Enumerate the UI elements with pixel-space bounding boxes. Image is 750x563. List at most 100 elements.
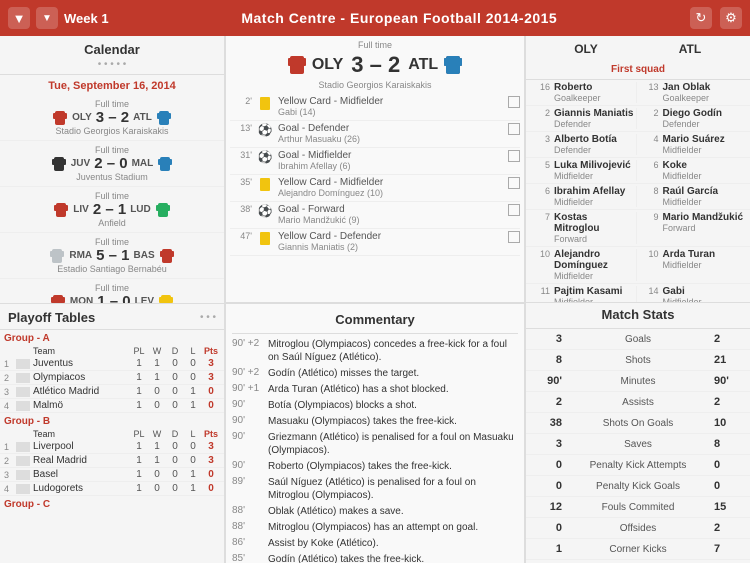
- event-type-icon: ⚽: [256, 204, 274, 218]
- away-jersey-icon: [442, 54, 464, 76]
- stats-rows-list: 3 Goals 2 8 Shots 21 90' Minutes 90' 2 A…: [526, 329, 750, 563]
- stats-row: 90' Minutes 90': [526, 371, 750, 392]
- event-type-icon: [256, 231, 274, 245]
- home-jersey-icon: [50, 294, 66, 304]
- stats-row: 3 Saves 8: [526, 434, 750, 455]
- event-row: 13' ⚽ Goal - Defender Arthur Masuaku (26…: [230, 121, 520, 148]
- settings-icon[interactable]: ⚙: [720, 7, 742, 29]
- away-jersey-icon: [156, 110, 172, 126]
- commentary-row: 90' Botía (Olympiacos) blocks a shot.: [232, 399, 518, 412]
- commentary-panel: Commentary 90' +2 Mitroglou (Olympiacos)…: [226, 303, 524, 563]
- calendar-matches-list: Full time OLY 3 – 2 ATL Stadio Georgios …: [0, 95, 224, 303]
- playoff-dots: • • •: [200, 312, 216, 323]
- top-bar: ▼ ▼ Week 1 Match Centre - European Footb…: [0, 0, 750, 36]
- week-label: Week 1: [64, 11, 109, 26]
- commentary-entries: 90' +2 Mitroglou (Olympiacos) concedes a…: [232, 338, 518, 563]
- stats-row: 2 Assists 2: [526, 392, 750, 413]
- commentary-row: 90' +1 Arda Turan (Atlético) has a shot …: [232, 383, 518, 396]
- match-item[interactable]: Full time JUV 2 – 0 MAL Juventus Stadium: [0, 141, 224, 187]
- playoff-panel: Playoff Tables • • • Group - A Team PL W…: [0, 303, 225, 563]
- playoff-title: Playoff Tables: [8, 310, 95, 325]
- away-jersey-icon: [157, 156, 173, 172]
- match-stats-header: Match Stats: [526, 303, 750, 329]
- home-jersey-icon: [286, 54, 308, 76]
- away-jersey-icon: [155, 202, 171, 218]
- main-score: 3 – 2: [351, 52, 400, 78]
- match-time: Full time: [8, 99, 216, 109]
- match-time: Full time: [8, 237, 216, 247]
- event-row: 47' Yellow Card - Defender Giannis Mania…: [230, 229, 520, 256]
- commentary-row: 90' Masuaku (Olympiacos) takes the free-…: [232, 415, 518, 428]
- match-centre-panel: Full time OLY 3 – 2 ATL Stadio Georgios …: [226, 36, 524, 303]
- away-team-abbr: ATL: [408, 56, 438, 74]
- dropdown-icon[interactable]: ▼: [36, 7, 58, 29]
- match-score-row: OLY 3 – 2 ATL: [8, 109, 216, 126]
- event-type-icon: ⚽: [256, 123, 274, 137]
- playoff-tables-content: Group - A Team PL W D L Pts 1 Juventus 1…: [0, 330, 224, 511]
- squad-row: 2 Giannis Maniatis Defender 2 Diego Godí…: [526, 106, 750, 132]
- away-jersey-icon: [159, 248, 175, 264]
- events-list: 2' Yellow Card - Midfielder Gabi (14) 13…: [226, 92, 524, 287]
- match-item[interactable]: Full time MON 1 – 0 LEV Stade Louis II: [0, 279, 224, 303]
- calendar-header: Calendar • • • • •: [0, 36, 224, 75]
- stats-row: 8 Shots 21: [526, 350, 750, 371]
- squad-row: 11 Pajtim Kasami Midfielder 14 Gabi Midf…: [526, 284, 750, 303]
- stats-row: 3 Goals 2: [526, 329, 750, 350]
- table-header: Team PL W D L Pts: [0, 428, 224, 440]
- refresh-icon[interactable]: ↻: [690, 7, 712, 29]
- event-type-icon: [256, 177, 274, 191]
- squad-row: 7 Kostas Mitroglou Forward 9 Mario Mandž…: [526, 210, 750, 247]
- event-row: 35' Yellow Card - Midfielder Alejandro D…: [230, 175, 520, 202]
- stats-row: 1 Corner Kicks 7: [526, 539, 750, 560]
- match-stats-panel: Match Stats 3 Goals 2 8 Shots 21 90' Min…: [525, 303, 750, 563]
- group-label: Group - A: [0, 330, 224, 345]
- stats-row: 12 Fouls Commited 15: [526, 497, 750, 518]
- squad-row: 10 Alejandro Domínguez Midfielder 10 Ard…: [526, 247, 750, 284]
- event-checkbox: [508, 177, 520, 189]
- match-score-row: RMA 5 – 1 BAS: [8, 247, 216, 264]
- table-row: 1 Juventus 1 1 0 0 3: [0, 357, 224, 371]
- page-title: Match Centre - European Football 2014-20…: [241, 10, 557, 26]
- home-jersey-icon: [49, 248, 65, 264]
- event-type-icon: ⚽: [256, 150, 274, 164]
- event-row: 2' Yellow Card - Midfielder Gabi (14): [230, 94, 520, 121]
- commentary-row: 90' +2 Mitroglou (Olympiacos) concedes a…: [232, 338, 518, 364]
- stats-row: 0 Penalty Kick Attempts 0: [526, 455, 750, 476]
- squad-row: 6 Ibrahim Afellay Midfielder 8 Raúl Garc…: [526, 184, 750, 210]
- commentary-row: 88' Mitroglou (Olympiacos) has an attemp…: [232, 521, 518, 534]
- event-type-icon: [256, 96, 274, 110]
- commentary-row: 90' +2 Godín (Atlético) misses the targe…: [232, 367, 518, 380]
- stadium-label: Stadio Georgios Karaiskakis: [226, 80, 524, 90]
- match-item[interactable]: Full time OLY 3 – 2 ATL Stadio Georgios …: [0, 95, 224, 141]
- top-bar-right: ↻ ⚙: [690, 7, 742, 29]
- match-score-row: MON 1 – 0 LEV: [8, 293, 216, 303]
- table-row: 2 Olympiacos 1 1 0 0 3: [0, 371, 224, 385]
- table-row: 3 Basel 1 0 0 1 0: [0, 468, 224, 482]
- home-jersey-icon: [51, 156, 67, 172]
- calendar-title: Calendar: [0, 42, 224, 57]
- event-checkbox: [508, 123, 520, 135]
- table-row: 3 Atlético Madrid 1 0 0 1 0: [0, 385, 224, 399]
- commentary-row: 90' Roberto (Olympiacos) takes the free-…: [232, 460, 518, 473]
- event-row: 38' ⚽ Goal - Forward Mario Mandžukić (9): [230, 202, 520, 229]
- filter-icon[interactable]: ▼: [8, 7, 30, 29]
- squad-panel: OLY ATL First squad 16 Roberto Goalkeepe…: [525, 36, 750, 303]
- playoff-header: Playoff Tables • • •: [0, 304, 224, 330]
- calendar-date: Tue, September 16, 2014: [0, 75, 224, 95]
- match-time: Full time: [8, 145, 216, 155]
- match-item[interactable]: Full time RMA 5 – 1 BAS Estadio Santiago…: [0, 233, 224, 279]
- table-header: Team PL W D L Pts: [0, 345, 224, 357]
- commentary-row: 85' Godín (Atlético) takes the free-kick…: [232, 553, 518, 563]
- group-label: Group - B: [0, 413, 224, 428]
- squad-rows: 16 Roberto Goalkeeper 13 Jan Oblak Goalk…: [526, 80, 750, 303]
- bottom-panels: Playoff Tables • • • Group - A Team PL W…: [0, 303, 750, 563]
- match-item[interactable]: Full time LIV 2 – 1 LUD Anfield: [0, 187, 224, 233]
- stats-row: 38 Shots On Goals 10: [526, 413, 750, 434]
- match-time: Full time: [8, 191, 216, 201]
- squad-header: OLY ATL: [526, 36, 750, 62]
- commentary-row: 90' Griezmann (Atlético) is penalised fo…: [232, 431, 518, 457]
- first-squad-label: First squad: [526, 62, 750, 80]
- home-jersey-icon: [53, 202, 69, 218]
- commentary-row: 89' Saúl Níguez (Atlético) is penalised …: [232, 476, 518, 502]
- event-row: 31' ⚽ Goal - Midfielder Ibrahim Afellay …: [230, 148, 520, 175]
